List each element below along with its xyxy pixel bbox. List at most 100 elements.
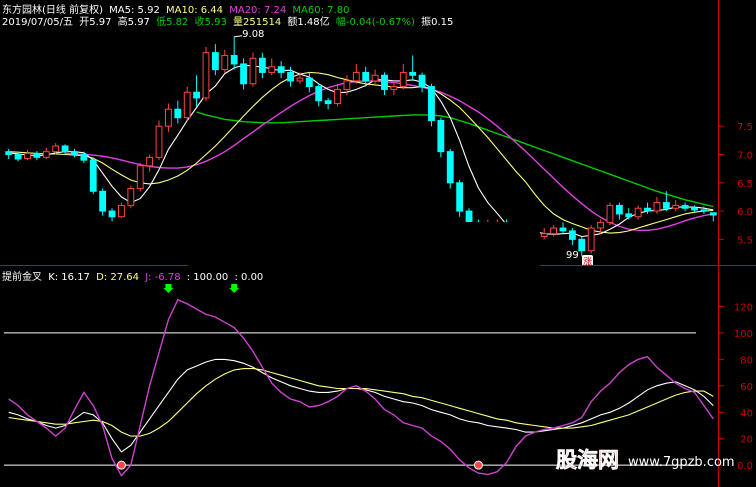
candle-body-down: [381, 74, 388, 90]
candle-body-down: [240, 63, 247, 85]
masked-region: [188, 222, 540, 266]
candle-body-up: [164, 108, 172, 127]
candle-body-down: [211, 52, 219, 71]
candle-body-down: [568, 230, 576, 240]
candle-body-up: [371, 74, 379, 82]
candle-body-down: [446, 151, 454, 184]
candle-body-down: [662, 202, 670, 209]
candle-body-up: [52, 145, 60, 153]
volume-value: 量251514: [233, 17, 282, 28]
candle-body-down: [681, 204, 689, 209]
change-value: 幅-0.04(-0.67%): [335, 17, 415, 28]
candle-body-down: [287, 71, 294, 82]
signal-arrow-icon: [163, 284, 174, 293]
candle-body-down: [428, 86, 435, 122]
candle-body-down: [71, 151, 78, 155]
date-value: 2019/07/05/五: [2, 17, 74, 28]
candle-body-up: [155, 125, 163, 158]
open-value: 开5.97: [79, 17, 112, 28]
candle-body-up: [672, 204, 680, 209]
candle-body-up: [540, 233, 548, 238]
candle-body-down: [174, 108, 182, 119]
amplitude-value: 振0.15: [421, 17, 454, 28]
indicator-header: 提前金叉 K: 16.17 D: 27.64 J: -6.78 : 100.00…: [2, 268, 266, 283]
candle-body-up: [587, 227, 595, 252]
candle-body-down: [258, 57, 266, 73]
indicator-name[interactable]: 提前金叉: [2, 272, 42, 283]
candle-body-up: [42, 151, 50, 158]
candle-body-up: [118, 204, 125, 218]
candle-body-down: [324, 100, 332, 105]
candle-body-down: [456, 182, 464, 212]
indicator-tick-label: 40: [740, 408, 753, 419]
candle-body-up: [296, 77, 304, 82]
candle-body-down: [644, 207, 651, 212]
watermark-url: www.7gpzb.com: [628, 455, 735, 470]
candle-body-up: [352, 71, 360, 82]
j-value: J: -6.78: [145, 272, 181, 283]
candle-body-down: [89, 159, 97, 192]
candle-body-down: [362, 71, 370, 82]
price-tick-label: 7.0: [737, 150, 753, 161]
candle-body-down: [277, 66, 285, 73]
candle-body-up: [268, 66, 276, 73]
candle-body-down: [437, 120, 445, 153]
candle-body-up: [606, 204, 614, 223]
candle-body-down: [14, 153, 22, 160]
signal-arrow-icon: [229, 284, 240, 293]
buy-signal-dot: [116, 460, 126, 470]
candle-body-up: [597, 221, 604, 229]
price-tick-label: 5.5: [737, 235, 753, 246]
price-header-row2: 2019/07/05/五 开5.97 高5.97 低5.82 收5.93 量25…: [2, 13, 456, 28]
low-value: 低5.82: [156, 17, 189, 28]
candle-body-up: [221, 54, 229, 71]
candle-body-up: [550, 227, 558, 235]
stock-chart: 5.56.06.57.07.59.0899涨 0.020406080100120: [0, 0, 756, 487]
candle-body-down: [315, 86, 323, 102]
candle-body-down: [418, 74, 426, 88]
candle-body-up: [146, 156, 154, 167]
candle-body-down: [709, 212, 717, 216]
candle-body-down: [625, 213, 633, 218]
candle-body-down: [409, 71, 417, 76]
tail-label: 99: [566, 250, 579, 261]
price-tick-label: 7.5: [737, 122, 753, 133]
candle-body-down: [700, 209, 708, 212]
candle-body-down: [615, 204, 623, 215]
candle-body-down: [578, 238, 586, 252]
indicator-tick-label: 80: [740, 355, 753, 366]
candle-body-up: [634, 207, 642, 218]
candle-body-down: [5, 151, 13, 155]
indicator-tick-label: 120: [734, 302, 753, 313]
high-value: 高5.97: [117, 17, 150, 28]
candle-body-down: [99, 190, 107, 212]
candle-body-down: [305, 77, 313, 88]
candle-body-down: [80, 153, 88, 161]
candle-body-up: [136, 165, 144, 189]
candle-body-down: [33, 152, 41, 158]
candle-body-up: [24, 152, 31, 159]
indicator-tick-label: 60: [740, 382, 753, 393]
price-tick-label: 6.0: [737, 207, 753, 218]
indicator-panel: 0.0 20 40 60 80 100 120: [4, 284, 753, 477]
high-label: 9.08: [242, 29, 264, 40]
k-line: [8, 358, 714, 453]
candle-body-down: [559, 227, 567, 232]
candle-body-up: [127, 187, 135, 206]
indicator-tick-label: 100: [734, 329, 753, 340]
candle-body-up: [183, 91, 191, 119]
price-tick-label: 6.5: [737, 179, 753, 190]
candle-body-up: [202, 52, 210, 99]
amount-value: 额1.48亿: [287, 17, 330, 28]
candle-body-down: [108, 210, 116, 218]
indicator-tick-label: 20: [740, 435, 753, 446]
ma60-line: [196, 111, 714, 208]
high-marker-line: [234, 35, 243, 38]
candle-body-up: [399, 71, 407, 88]
candle-body-up: [653, 202, 661, 212]
close-value: 收5.93: [194, 17, 227, 28]
line100-value: : 100.00: [186, 272, 229, 283]
buy-signal-dot: [473, 460, 483, 470]
watermark-cn: 股海网: [556, 448, 620, 473]
candle-body-up: [343, 80, 351, 90]
